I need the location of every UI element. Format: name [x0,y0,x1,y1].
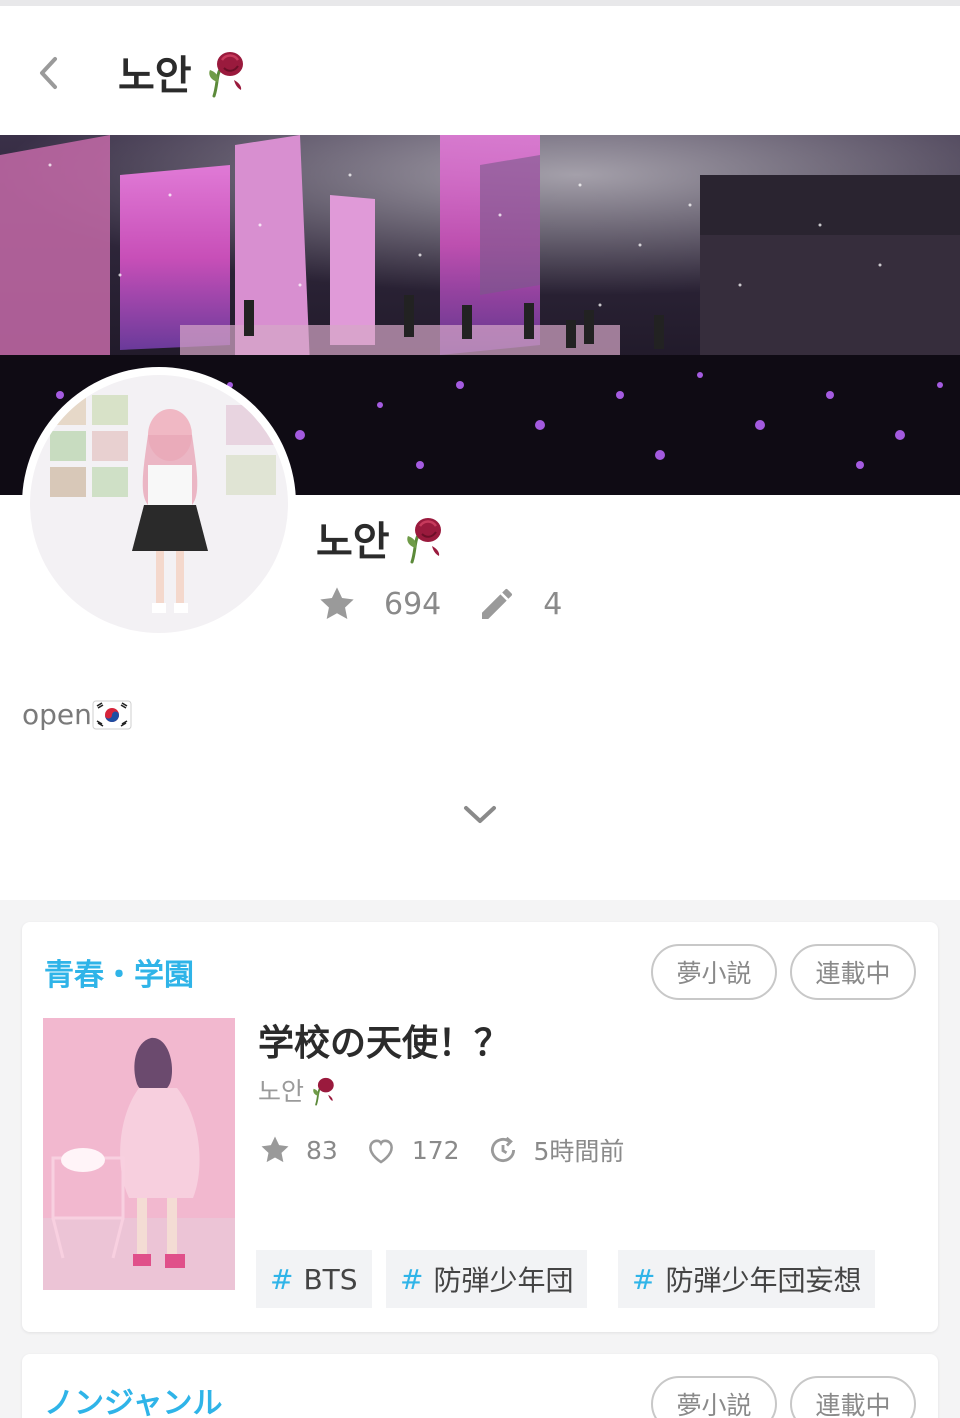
bio-text: open [22,698,92,731]
badge-dream-novel: 夢小説 [651,1376,777,1418]
back-button[interactable] [28,50,68,96]
posts-count: 4 [543,586,563,622]
work-card[interactable]: 青春・学園 夢小説 連載中 学校の天使！？ 노안 83 172 5時間前 # B… [22,922,938,1332]
chevron-down-icon [464,806,496,823]
wilted-rose-icon [313,1077,334,1106]
chevron-left-icon [40,57,57,89]
profile-name-text: 노안 [316,519,390,565]
work-author-name: 노안 [258,1077,305,1106]
page-title: 노안 [118,42,250,102]
badge-dream-novel: 夢小説 [651,944,777,1000]
heart-icon [368,1139,393,1164]
profile-bio: open [22,698,132,731]
tag-bts[interactable]: # BTS [256,1250,372,1308]
tag-label: 防弾少年団 [433,1264,574,1297]
hash-icon: # [270,1262,294,1296]
expand-profile-button[interactable] [456,794,504,836]
work-author[interactable]: 노안 [258,1072,338,1108]
tag-label: 防弾少年団妄想 [665,1264,862,1297]
page-title-text: 노안 [118,53,192,99]
wilted-rose-icon [406,518,441,564]
thumbnail-image [43,1018,235,1290]
pencil-icon [482,588,513,619]
star-icon [261,1136,289,1163]
work-title[interactable]: 学校の天使！？ [258,1014,510,1066]
stars-count: 694 [384,586,442,622]
work-genre[interactable]: ノンジャンル [44,1378,223,1418]
work-likes: 172 [411,1135,460,1165]
profile-name: 노안 [316,510,448,566]
star-icon [320,587,354,620]
wilted-rose-icon [208,52,243,98]
app-header: 노안 [0,6,960,135]
work-card[interactable]: ノンジャンル 夢小説 連載中 [22,1354,938,1418]
korea-flag-icon [92,700,132,729]
work-stats: 83 172 5時間前 [258,1128,650,1172]
badge-ongoing: 連載中 [790,944,916,1000]
work-genre[interactable]: 青春・学園 [44,950,194,994]
work-stars: 83 [306,1135,338,1165]
avatar[interactable] [22,367,296,641]
profile-stats: 694 4 [316,580,598,628]
hash-icon: # [400,1262,424,1296]
tag-label: BTS [303,1262,358,1296]
work-updated: 5時間前 [533,1137,625,1166]
badge-ongoing: 連載中 [790,1376,916,1418]
hash-icon: # [632,1262,656,1296]
tag-bangtan[interactable]: # 防弾少年団 [386,1250,588,1308]
tag-bangtan-fanfic[interactable]: # 防弾少年団妄想 [618,1250,876,1308]
work-thumbnail[interactable] [43,1018,235,1290]
avatar-image [30,375,288,633]
update-clock-icon [490,1136,515,1163]
